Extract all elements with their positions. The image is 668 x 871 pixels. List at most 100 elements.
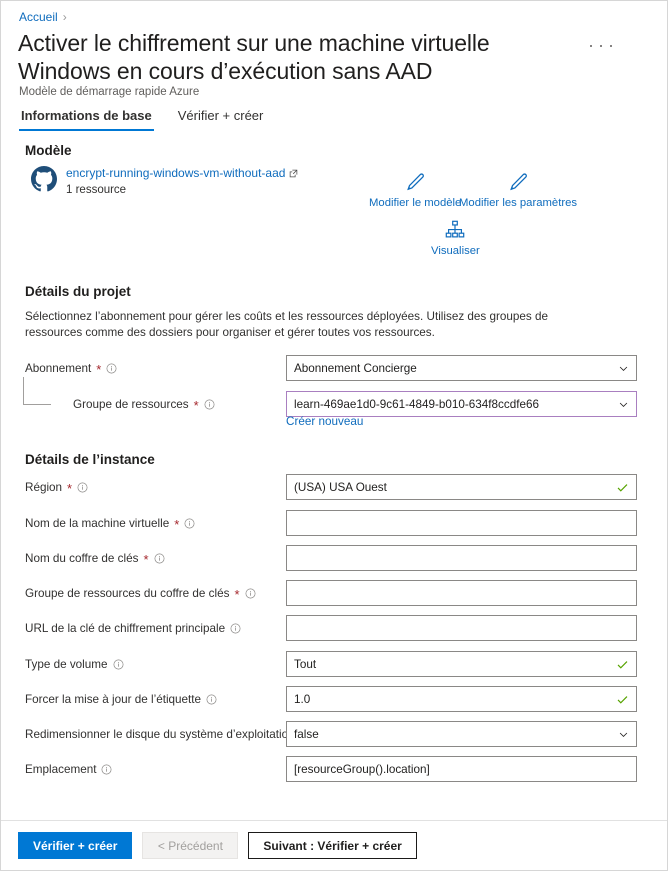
chevron-down-icon: [619, 402, 628, 407]
resize-os-disk-dropdown[interactable]: false: [286, 721, 637, 747]
force-update-tag-value: 1.0: [294, 692, 311, 706]
subscription-label: Abonnement *: [25, 355, 117, 381]
info-icon[interactable]: [184, 518, 195, 529]
required-asterisk: *: [193, 398, 199, 413]
template-info: encrypt-running-windows-vm-without-aad 1…: [66, 165, 298, 198]
ellipsis-dot-icon: [590, 45, 592, 47]
info-icon[interactable]: [206, 694, 217, 705]
key-encryption-key-url-input[interactable]: [286, 615, 637, 641]
external-link-icon: [290, 169, 298, 178]
more-actions-button[interactable]: [590, 37, 612, 55]
resource-group-label-text: Groupe de ressources: [73, 397, 189, 411]
key-encryption-key-url-label-text: URL de la clé de chiffrement principale: [25, 621, 226, 635]
previous-button: < Précédent: [142, 832, 239, 859]
sitemap-icon: [444, 217, 466, 243]
breadcrumb-chevron-icon: ›: [62, 10, 67, 24]
info-icon[interactable]: [106, 363, 117, 374]
resize-os-disk-value: false: [294, 727, 319, 741]
volume-type-value: Tout: [294, 657, 317, 671]
region-input[interactable]: (USA) USA Ouest: [286, 474, 637, 500]
edit-template-button[interactable]: Modifier le modèle: [369, 169, 461, 210]
subscription-value: Abonnement Concierge: [294, 361, 417, 375]
key-encryption-key-url-label: URL de la clé de chiffrement principale: [25, 615, 241, 641]
region-label: Région *: [25, 474, 88, 500]
project-details-description: Sélectionnez l’abonnement pour gérer les…: [25, 310, 548, 339]
region-value: (USA) USA Ouest: [294, 480, 387, 494]
visualize-button[interactable]: Visualiser: [431, 217, 480, 258]
force-update-tag-label: Forcer la mise à jour de l’étiquette: [25, 686, 217, 712]
template-name-link[interactable]: encrypt-running-windows-vm-without-aad: [66, 166, 298, 181]
location-value: [resourceGroup().location]: [294, 762, 430, 776]
tab-review-create[interactable]: Vérifier + créer: [176, 108, 266, 131]
volume-type-input[interactable]: Tout: [286, 651, 637, 677]
field-keyvault-name: Nom du coffre de clés *: [1, 545, 667, 571]
template-section-heading: Modèle: [25, 143, 72, 158]
project-details-heading: Détails du projet: [25, 284, 131, 299]
info-icon[interactable]: [113, 659, 124, 670]
resize-os-disk-label: Redimensionner le disque du système d’ex…: [25, 721, 311, 747]
field-resource-group: Groupe de ressources * learn-469ae1d0-9c…: [1, 391, 667, 417]
field-keyvault-resource-group: Groupe de ressources du coffre de clés *: [1, 580, 667, 606]
breadcrumb: Accueil ›: [19, 9, 67, 25]
field-location: Emplacement [resourceGroup().location]: [1, 756, 667, 782]
info-icon[interactable]: [101, 764, 112, 775]
required-asterisk: *: [174, 517, 180, 532]
tab-basics[interactable]: Informations de base: [19, 108, 154, 131]
edit-parameters-label: Modifier les paramètres: [459, 197, 578, 209]
resource-group-dropdown[interactable]: learn-469ae1d0-9c61-4849-b010-634f8ccdfe…: [286, 391, 637, 417]
force-update-tag-input[interactable]: 1.0: [286, 686, 637, 712]
required-asterisk: *: [234, 587, 240, 602]
template-summary: encrypt-running-windows-vm-without-aad 1…: [31, 165, 298, 198]
info-icon[interactable]: [154, 553, 165, 564]
valid-check-icon: [617, 483, 628, 492]
resource-group-value: learn-469ae1d0-9c61-4849-b010-634f8ccdfe…: [294, 397, 539, 411]
info-icon[interactable]: [204, 399, 215, 410]
action-bar: Vérifier + créer < Précédent Suivant : V…: [1, 820, 667, 870]
location-label: Emplacement: [25, 756, 112, 782]
subscription-label-text: Abonnement: [25, 361, 92, 375]
chevron-down-icon: [619, 366, 628, 371]
required-asterisk: *: [143, 552, 149, 567]
required-asterisk: *: [67, 481, 73, 496]
valid-check-icon: [617, 695, 628, 704]
volume-type-label-text: Type de volume: [25, 657, 108, 671]
volume-type-label: Type de volume: [25, 651, 124, 677]
edit-parameters-button[interactable]: Modifier les paramètres: [459, 169, 577, 210]
ellipsis-dot-icon: [600, 45, 602, 47]
azure-deploy-blade: Accueil › Activer le chiffrement sur une…: [0, 0, 668, 871]
page-title: Activer le chiffrement sur une machine v…: [18, 30, 490, 84]
vm-name-label-text: Nom de la machine virtuelle: [25, 516, 170, 530]
info-icon[interactable]: [230, 623, 241, 634]
ellipsis-dot-icon: [610, 45, 612, 47]
location-label-text: Emplacement: [25, 762, 97, 776]
chevron-down-icon: [619, 732, 628, 737]
template-name-text: encrypt-running-windows-vm-without-aad: [66, 166, 286, 180]
field-force-update-tag: Forcer la mise à jour de l’étiquette 1.0: [1, 686, 667, 712]
keyvault-resource-group-label-text: Groupe de ressources du coffre de clés: [25, 586, 230, 600]
create-new-resource-group-link[interactable]: Créer nouveau: [286, 415, 363, 428]
pencil-icon: [404, 169, 426, 195]
vm-name-label: Nom de la machine virtuelle *: [25, 510, 195, 536]
edit-template-label: Modifier le modèle: [369, 197, 462, 209]
next-review-create-button[interactable]: Suivant : Vérifier + créer: [248, 832, 417, 859]
required-asterisk: *: [96, 362, 102, 377]
info-icon[interactable]: [245, 588, 256, 599]
resize-os-disk-label-text: Redimensionner le disque du système d’ex…: [25, 727, 295, 741]
breadcrumb-home-link[interactable]: Accueil: [19, 9, 58, 25]
template-resource-count: 1 ressource: [66, 184, 127, 196]
field-vm-name: Nom de la machine virtuelle *: [1, 510, 667, 536]
info-icon[interactable]: [77, 482, 88, 493]
region-label-text: Région: [25, 480, 63, 494]
location-input[interactable]: [resourceGroup().location]: [286, 756, 637, 782]
tab-bar: Informations de base Vérifier + créer: [19, 108, 265, 131]
keyvault-name-label-text: Nom du coffre de clés: [25, 551, 139, 565]
field-volume-type: Type de volume Tout: [1, 651, 667, 677]
field-region: Région * (USA) USA Ouest: [1, 474, 667, 500]
review-create-button[interactable]: Vérifier + créer: [18, 832, 133, 859]
force-update-tag-label-text: Forcer la mise à jour de l’étiquette: [25, 692, 202, 706]
blade-content: Accueil › Activer le chiffrement sur une…: [1, 1, 667, 820]
vm-name-input[interactable]: [286, 510, 637, 536]
subscription-dropdown[interactable]: Abonnement Concierge: [286, 355, 637, 381]
keyvault-name-input[interactable]: [286, 545, 637, 571]
keyvault-resource-group-input[interactable]: [286, 580, 637, 606]
